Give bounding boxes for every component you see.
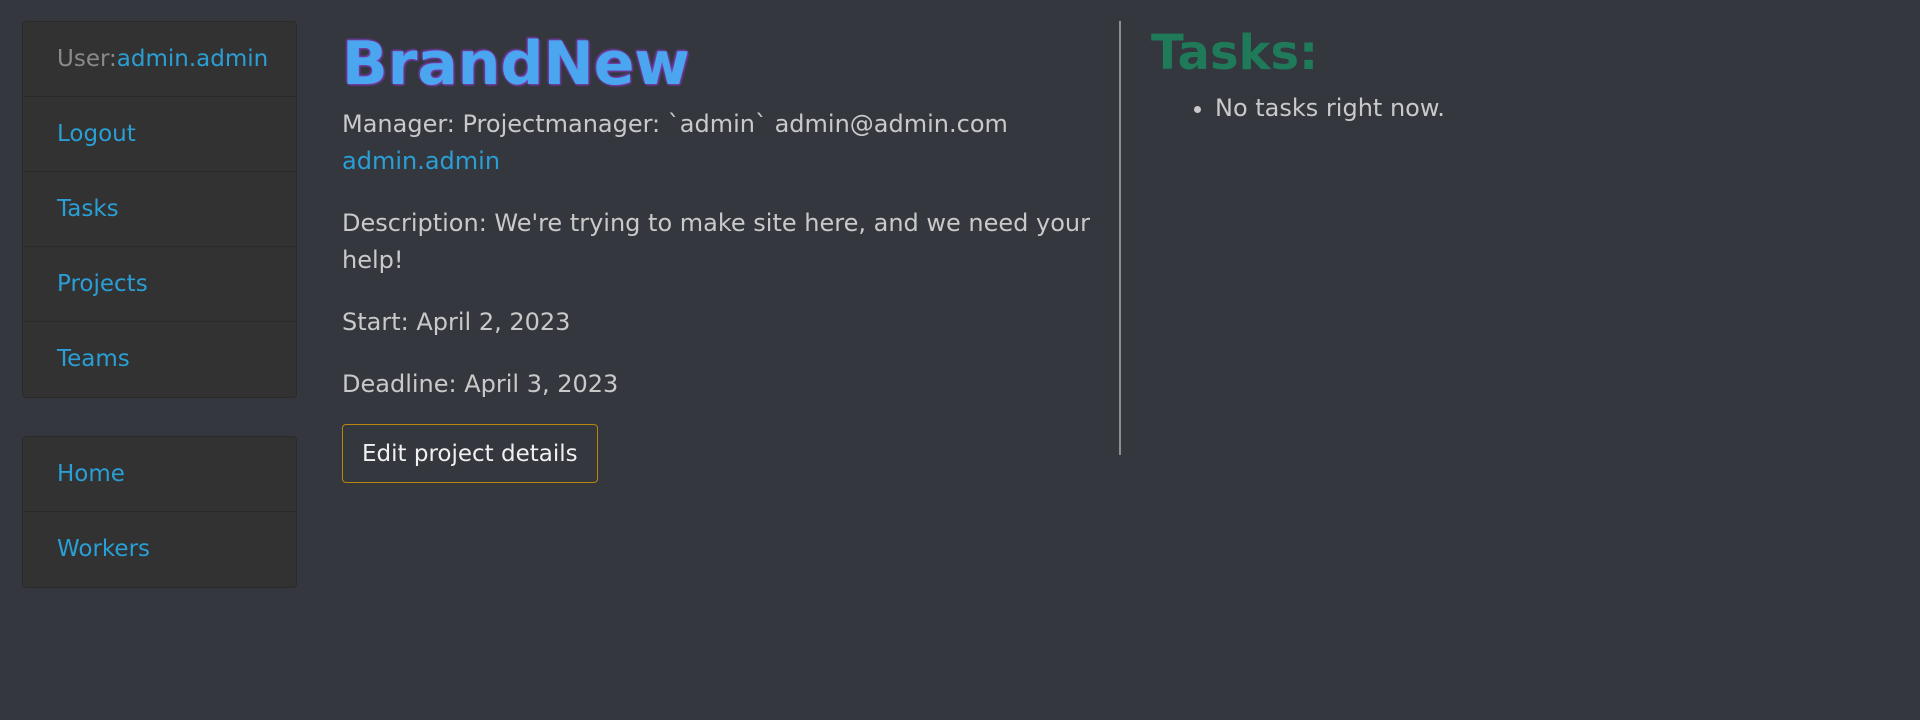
username-link[interactable]: admin.admin (117, 46, 268, 72)
project-description: Description: We're trying to make site h… (342, 209, 1090, 274)
home-link[interactable]: Home (57, 461, 125, 487)
project-manager: Manager: Projectmanager: `admin` admin@a… (342, 106, 1112, 180)
project-title: BrandNew (342, 29, 690, 99)
list-item: No tasks right now. (1215, 90, 1851, 126)
tasks-title: Tasks: (1151, 25, 1319, 81)
tasks-panel: Tasks: No tasks right now. (1151, 22, 1851, 126)
projects-link[interactable]: Projects (57, 271, 148, 297)
edit-project-button[interactable]: Edit project details (342, 424, 598, 483)
workers-link[interactable]: Workers (57, 536, 150, 562)
project-details: BrandNew Manager: Projectmanager: `admin… (342, 22, 1112, 483)
sidebar-item-tasks: Tasks (23, 172, 296, 247)
sidebar-item-workers: Workers (23, 512, 296, 587)
sidebar: User:admin.admin Logout Tasks Projects T… (22, 21, 297, 588)
teams-link[interactable]: Teams (57, 346, 130, 372)
sidebar-primary-group: User:admin.admin Logout Tasks Projects T… (22, 21, 297, 398)
sidebar-item-logout: Logout (23, 97, 296, 172)
user-label: User: (57, 46, 117, 72)
project-deadline: Deadline: April 3, 2023 (342, 370, 619, 398)
sidebar-secondary-group: Home Workers (22, 436, 297, 588)
tasks-link[interactable]: Tasks (57, 196, 119, 222)
sidebar-user-item: User:admin.admin (23, 22, 296, 97)
sidebar-item-home: Home (23, 437, 296, 512)
vertical-divider (1119, 21, 1121, 455)
project-start-date: Start: April 2, 2023 (342, 308, 571, 336)
manager-link[interactable]: admin.admin (342, 147, 500, 175)
sidebar-item-teams: Teams (23, 322, 296, 397)
tasks-list: No tasks right now. (1151, 90, 1851, 126)
project-detail-page: User:admin.admin Logout Tasks Projects T… (0, 0, 1920, 720)
logout-link[interactable]: Logout (57, 121, 136, 147)
sidebar-item-projects: Projects (23, 247, 296, 322)
manager-text: Manager: Projectmanager: `admin` admin@a… (342, 110, 1008, 138)
